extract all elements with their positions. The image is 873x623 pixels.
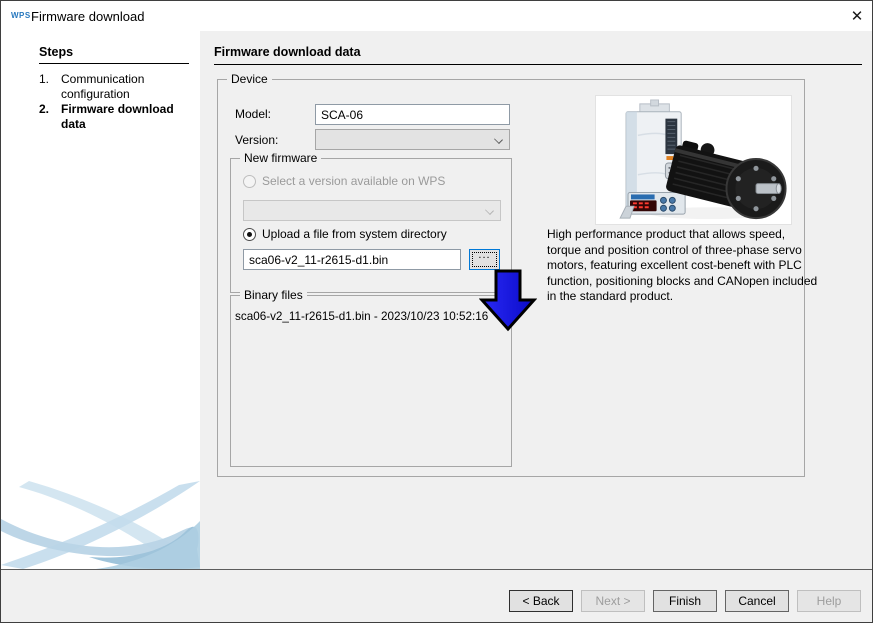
wps-app-icon: WPS <box>11 11 31 20</box>
radio-label: Select a version available on WPS <box>262 174 445 188</box>
radio-upload-file[interactable]: Upload a file from system directory <box>243 227 447 241</box>
content-panel: Firmware download data Device Model: Ver… <box>200 31 872 569</box>
radio-button-icon <box>243 228 256 241</box>
chevron-down-icon <box>485 206 494 215</box>
product-photo-frame <box>595 95 792 225</box>
steps-heading: Steps <box>39 45 189 64</box>
steps-list: 1. Communication configuration 2. Firmwa… <box>39 72 191 132</box>
product-description: High performance product that allows spe… <box>547 227 819 305</box>
back-button[interactable]: < Back <box>509 590 573 612</box>
chevron-down-icon <box>494 135 503 144</box>
steps-sidebar: Steps 1. Communication configuration 2. … <box>1 31 200 569</box>
firmware-download-dialog: WPS Firmware download ✕ Steps 1. Communi… <box>0 0 873 623</box>
close-icon: ✕ <box>851 7 864 25</box>
sidebar-item-firmware-download-data: 2. Firmware download data <box>39 102 191 132</box>
binary-file-list-item[interactable]: sca06-v2_11-r2615-d1.bin - 2023/10/23 10… <box>235 310 509 323</box>
browse-button[interactable]: ... <box>469 249 500 270</box>
download-arrow-annotation <box>479 269 537 333</box>
radio-label: Upload a file from system directory <box>262 227 447 241</box>
cancel-button[interactable]: Cancel <box>725 590 789 612</box>
binary-files-group-legend: Binary files <box>240 289 307 302</box>
swoosh-decoration <box>1 479 200 569</box>
new-firmware-group: New firmware Select a version available … <box>230 158 512 293</box>
model-label: Model: <box>235 107 271 121</box>
wps-version-dropdown <box>243 200 501 221</box>
window-title: Firmware download <box>31 9 144 24</box>
finish-button[interactable]: Finish <box>653 590 717 612</box>
step-label: Communication configuration <box>61 72 187 102</box>
step-label: Firmware download data <box>61 102 187 132</box>
page-title: Firmware download data <box>214 45 862 65</box>
wizard-button-bar: < Back Next > Finish Cancel Help <box>1 570 872 623</box>
next-button: Next > <box>581 590 645 612</box>
help-button: Help <box>797 590 861 612</box>
device-group: Device Model: Version: New firmware Sele… <box>217 79 805 477</box>
radio-select-version-wps: Select a version available on WPS <box>243 174 445 188</box>
product-photo <box>596 96 791 224</box>
version-dropdown[interactable] <box>315 129 510 150</box>
version-label: Version: <box>235 133 278 147</box>
sidebar-item-communication-configuration: 1. Communication configuration <box>39 72 191 102</box>
binary-files-group: Binary files sca06-v2_11-r2615-d1.bin - … <box>230 295 512 467</box>
step-number: 2. <box>39 102 61 132</box>
firmware-file-field[interactable] <box>243 249 461 270</box>
title-bar: WPS Firmware download ✕ <box>1 1 872 31</box>
radio-button-icon <box>243 175 256 188</box>
step-number: 1. <box>39 72 61 102</box>
model-field[interactable] <box>315 104 510 125</box>
device-group-legend: Device <box>227 73 272 86</box>
new-firmware-group-legend: New firmware <box>240 152 321 165</box>
close-button[interactable]: ✕ <box>842 1 872 30</box>
ellipsis-icon: ... <box>478 249 490 261</box>
